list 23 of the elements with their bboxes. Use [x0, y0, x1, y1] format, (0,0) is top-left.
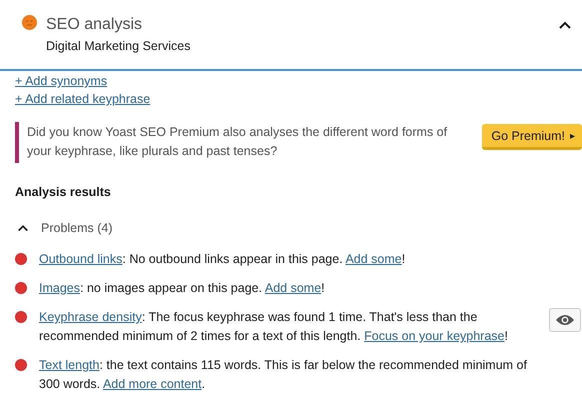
section-title: SEO analysis	[46, 15, 144, 35]
result-message: Keyphrase density: The focus keyphrase was found 1 time. That's less than the recommended minimum of 2 times for a text of this length. Focus on your keyphrase!	[39, 309, 509, 345]
add-link[interactable]: + Add synonyms	[15, 72, 108, 90]
result-message: Text length: the text contains 115 words. This is far below the recommended minimum of 300 words. Add more content.	[39, 357, 528, 393]
result-message: Outbound links: No outbound links appear in this page. Add some!	[39, 251, 406, 268]
face-icon	[22, 15, 37, 30]
result-link[interactable]: Text length	[39, 358, 100, 372]
result-link[interactable]: Outbound links	[39, 252, 122, 266]
result-link[interactable]: Add some	[264, 281, 322, 295]
premium-tip: Did you know Yoast SEO Premium also analyses the different word forms of your keyphrase, like plurals and past tenses?	[15, 122, 467, 163]
add-link[interactable]: + Add related keyphrase	[15, 90, 150, 108]
analysis-heading: Analysis results	[15, 185, 112, 199]
result-link[interactable]: Add more content	[102, 377, 202, 391]
result-link[interactable]: Add some	[345, 252, 402, 266]
highlight-button[interactable]	[549, 308, 581, 332]
result-link[interactable]: Images	[39, 281, 80, 295]
result-message: Images: no images appear on this page. Add some!	[39, 280, 326, 297]
go-premium-button[interactable]: Go Premium! ▸	[482, 124, 582, 150]
result-link[interactable]: Focus on your keyphrase	[364, 329, 504, 343]
eye-icon	[555, 313, 575, 327]
focus-keyphrase: Digital Marketing Services	[46, 39, 192, 53]
problems-toggle[interactable]: Problems (4)	[41, 221, 113, 235]
result-link[interactable]: Keyphrase density	[39, 310, 142, 324]
